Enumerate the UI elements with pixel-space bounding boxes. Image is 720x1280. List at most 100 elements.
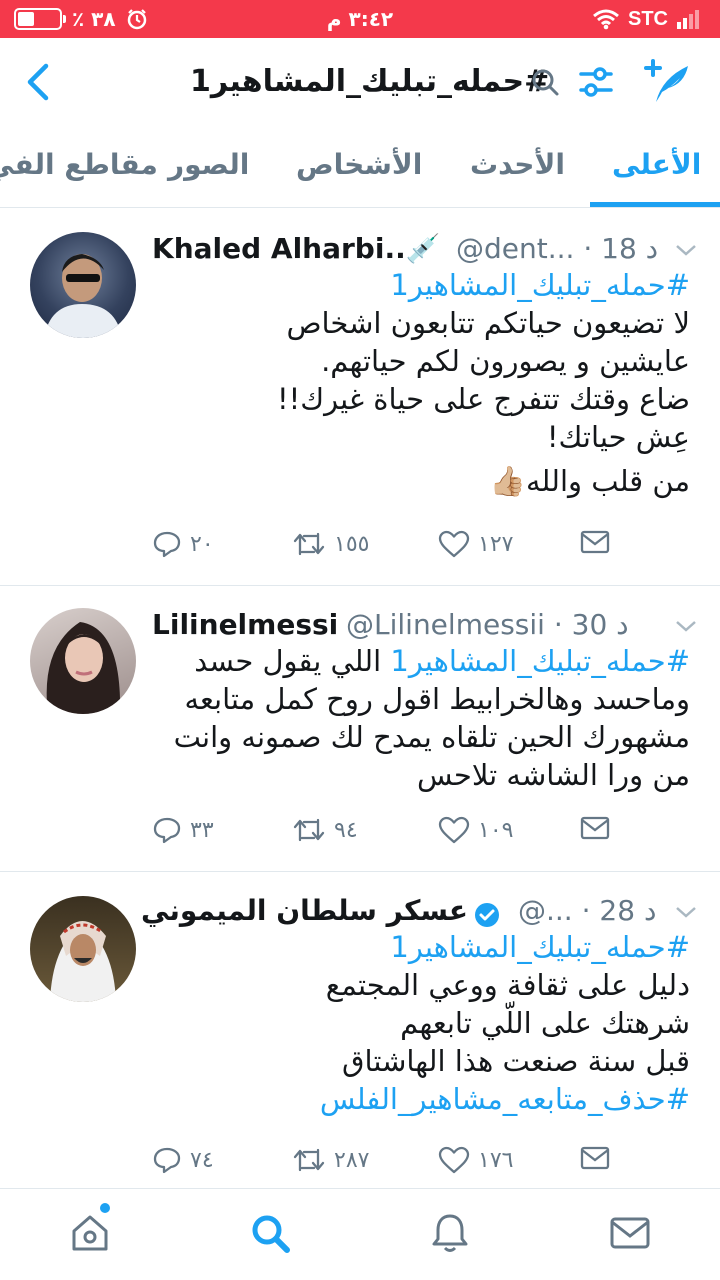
retweet-icon [293,1148,325,1172]
author-handle: @dent... · 18 د [456,232,659,265]
retweet-button[interactable]: ٩٤ [292,816,358,844]
search-icon [532,69,559,96]
explore-icon[interactable] [248,1211,292,1255]
filter-icon[interactable] [578,62,614,102]
verified-icon [475,903,499,927]
back-icon[interactable] [22,60,58,104]
like-icon [438,1146,470,1174]
compose-icon[interactable] [640,58,692,106]
tweet-line: ضاع وقتك تتفرج على حياة غيرك!! [277,382,690,416]
tweet-line: لا تضيعون حياتكم تتابعون اشخاص [286,306,690,340]
author-handle: @Lilinelmessii · 30 د [346,608,629,641]
tab-people[interactable]: الأشخاص [296,148,422,181]
search-header: #حمله_تبليك_المشاهير1 [0,38,720,128]
dm-icon [580,1146,610,1170]
avatar-image [46,622,121,714]
wifi-icon [593,9,619,30]
tab-latest[interactable]: الأحدث [470,148,565,181]
tweet[interactable]: عسكر سلطان الميموني @... · 28 د #حمله_تب… [0,872,720,1188]
like-icon [438,816,470,844]
tab-videos[interactable]: مقاطع الفي [0,148,158,181]
tab-top[interactable]: الأعلى [612,148,701,181]
dm-icon [580,530,610,554]
tweet-line: شرهتك على اللّي تابعهم [400,1006,690,1040]
hashtag-link[interactable]: #حذف_متابعه_مشاهير_الفلس [152,1080,690,1118]
carrier-name: STC [628,7,668,30]
tweet-line: عايشين و يصورون لكم حياتهم. [321,344,690,378]
tweet-time: 28 د [599,894,657,927]
tweet-line: #حمله_تبليك_المشاهير1 اللي يقول حسد [194,644,690,678]
reply-count: ٧٤ [190,1147,214,1173]
notifications-icon[interactable] [428,1211,472,1255]
author-name[interactable]: Lilinelmessi [152,608,338,641]
tweet-text: #حمله_تبليك_المشاهير1 لا تضيعون حياتكم ت… [152,266,690,500]
author-name[interactable]: عسكر سلطان الميموني [141,894,468,927]
hashtag-link[interactable]: #حمله_تبليك_المشاهير1 [152,928,690,966]
tweet[interactable]: Lilinelmessi @Lilinelmessii · 30 د #حمله… [0,586,720,872]
like-button[interactable]: ١٧٦ [438,1146,513,1174]
like-icon [438,530,470,558]
like-count: ١٠٩ [478,817,514,843]
tweet-line: دليل على ثقافة ووعي المجتمع [325,968,690,1002]
signal-icon [677,10,699,29]
tweet[interactable]: Khaled Alharbi..💉 @dent... · 18 د #حمله_… [0,210,720,586]
reply-count: ٢٠ [190,531,214,557]
reply-icon [153,817,181,844]
like-button[interactable]: ١٢٧ [438,530,513,558]
retweet-icon [293,818,325,842]
chevron-down-icon[interactable] [674,902,698,922]
reply-button[interactable]: ٣٣ [152,816,214,844]
tweet-line: عِش حياتك! [546,420,690,454]
search-tabs: الأعلى الأحدث الأشخاص الصور مقاطع الفي [0,128,720,208]
tweet-line: من ورا الشاشه تلاحس [416,758,690,792]
dm-button[interactable] [580,530,610,554]
tweet-text: #حمله_تبليك_المشاهير1 اللي يقول حسد وماح… [152,642,690,794]
tweet-line: قبل سنة صنعت هذا الهاشتاق [342,1044,690,1078]
tweet-time: 30 د [571,608,629,641]
retweet-count: ٩٤ [334,817,358,843]
hashtag-link[interactable]: #حمله_تبليك_المشاهير1 [390,644,690,678]
dm-button[interactable] [580,1146,610,1170]
chevron-down-icon[interactable] [674,240,698,260]
dm-icon [580,816,610,840]
tweet-text: #حمله_تبليك_المشاهير1 دليل على ثقافة ووع… [152,928,690,1118]
retweet-icon [293,532,325,556]
avatar-image [50,921,116,1002]
reply-count: ٣٣ [190,817,214,843]
chevron-down-icon[interactable] [674,616,698,636]
author-handle: @... · 28 د [518,894,657,927]
avatar[interactable] [30,608,136,714]
avatar[interactable] [30,232,136,338]
retweet-button[interactable]: ١٥٥ [292,530,369,558]
tweet-line: من قلب والله👍🏼 [489,464,690,498]
tweet-actions: ٧٤ ٢٨٧ ١٧٦ [152,1146,690,1186]
tweet-actions: ٣٣ ٩٤ ١٠٩ [152,816,690,856]
author-name[interactable]: Khaled Alharbi..💉 [152,232,441,265]
like-button[interactable]: ١٠٩ [438,816,513,844]
active-tab-indicator [590,202,720,207]
avatar-image [44,254,122,338]
avatar[interactable] [30,896,136,1002]
status-right: STC [592,6,702,32]
retweet-count: ٢٨٧ [334,1147,370,1173]
retweet-button[interactable]: ٢٨٧ [292,1146,369,1174]
retweet-count: ١٥٥ [334,531,370,557]
bottom-nav [0,1188,720,1280]
reply-button[interactable]: ٢٠ [152,530,214,558]
home-notification-dot [100,1203,110,1213]
reply-icon [153,531,181,558]
search-term[interactable]: #حمله_تبليك_المشاهير1 [190,64,549,99]
dm-button[interactable] [580,816,610,840]
tweet-time: 18 د [601,232,659,265]
hashtag-link[interactable]: #حمله_تبليك_المشاهير1 [152,266,690,304]
tweet-actions: ٢٠ ١٥٥ ١٢٧ [152,530,690,570]
tab-photos[interactable]: الصور [168,148,249,181]
reply-icon [153,1147,181,1174]
like-count: ١٢٧ [478,531,514,557]
messages-icon[interactable] [608,1211,652,1255]
tweet-line: مشهورك الحين تلقاه يمدح لك صمونه وانت [173,720,690,754]
reply-button[interactable]: ٧٤ [152,1146,214,1174]
like-count: ١٧٦ [478,1147,514,1173]
home-icon[interactable] [68,1211,112,1255]
tweet-line: وماحسد وهالخرابيط اقول روح كمل متابعه [184,682,690,716]
